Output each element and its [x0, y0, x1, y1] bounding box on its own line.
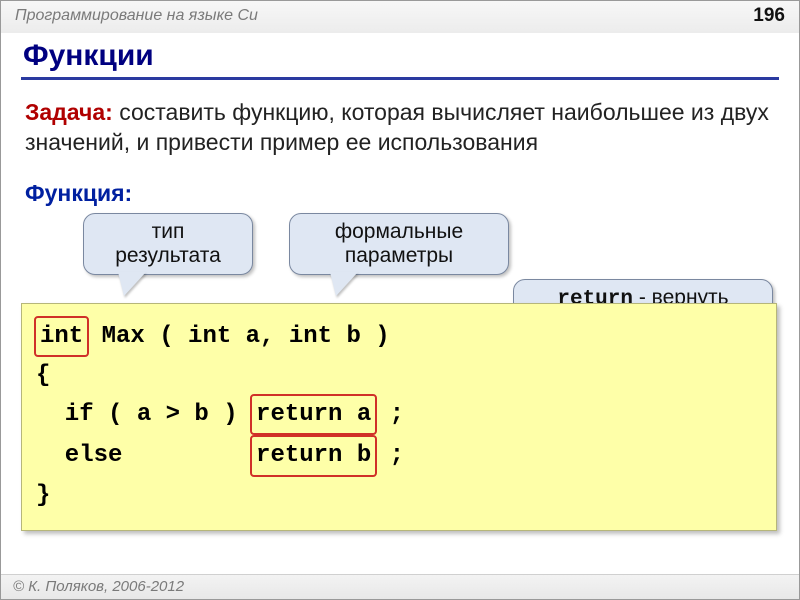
code-line: } [36, 477, 762, 514]
highlight-return-b: return b [250, 435, 377, 476]
course-title: Программирование на языке Си [15, 7, 258, 25]
page-number: 196 [753, 5, 785, 27]
diagram-area: тип результата формальные параметры retu… [21, 213, 779, 503]
slide-header: Программирование на языке Си 196 [1, 1, 799, 33]
highlight-int: int [34, 316, 89, 357]
code-block: int Max ( int a, int b ) { if ( a > b ) … [21, 303, 777, 531]
copyright: © К. Поляков, 2006-2012 [13, 578, 184, 595]
callout-formal-params: формальные параметры [289, 213, 509, 275]
callout-tail-icon [118, 272, 146, 296]
function-subheading: Функция: [25, 180, 779, 207]
callout-result-type: тип результата [83, 213, 253, 275]
task-label: Задача: [25, 99, 113, 125]
callout-tail-icon [330, 272, 358, 296]
code-line: { [36, 357, 762, 394]
task-text: составить функцию, которая вычисляет наи… [25, 99, 769, 155]
callout-formal-params-text: формальные параметры [335, 220, 463, 267]
highlight-return-a: return a [250, 394, 377, 435]
code-text: Max ( int a, int b ) [87, 323, 389, 350]
task-paragraph: Задача: составить функцию, которая вычис… [25, 98, 775, 158]
code-text: ; [375, 442, 404, 469]
code-text: ; [375, 401, 404, 428]
slide-title: Функции [21, 37, 779, 80]
code-text: if ( a > b ) [36, 401, 252, 428]
slide-body: Функции Задача: составить функцию, котор… [1, 33, 799, 503]
code-line: else return b ; [36, 435, 762, 476]
callout-result-type-text: тип результата [115, 220, 221, 267]
code-line: int Max ( int a, int b ) [36, 316, 762, 357]
slide-footer: © К. Поляков, 2006-2012 [1, 574, 799, 599]
code-line: if ( a > b ) return a ; [36, 394, 762, 435]
code-text: else [36, 442, 252, 469]
